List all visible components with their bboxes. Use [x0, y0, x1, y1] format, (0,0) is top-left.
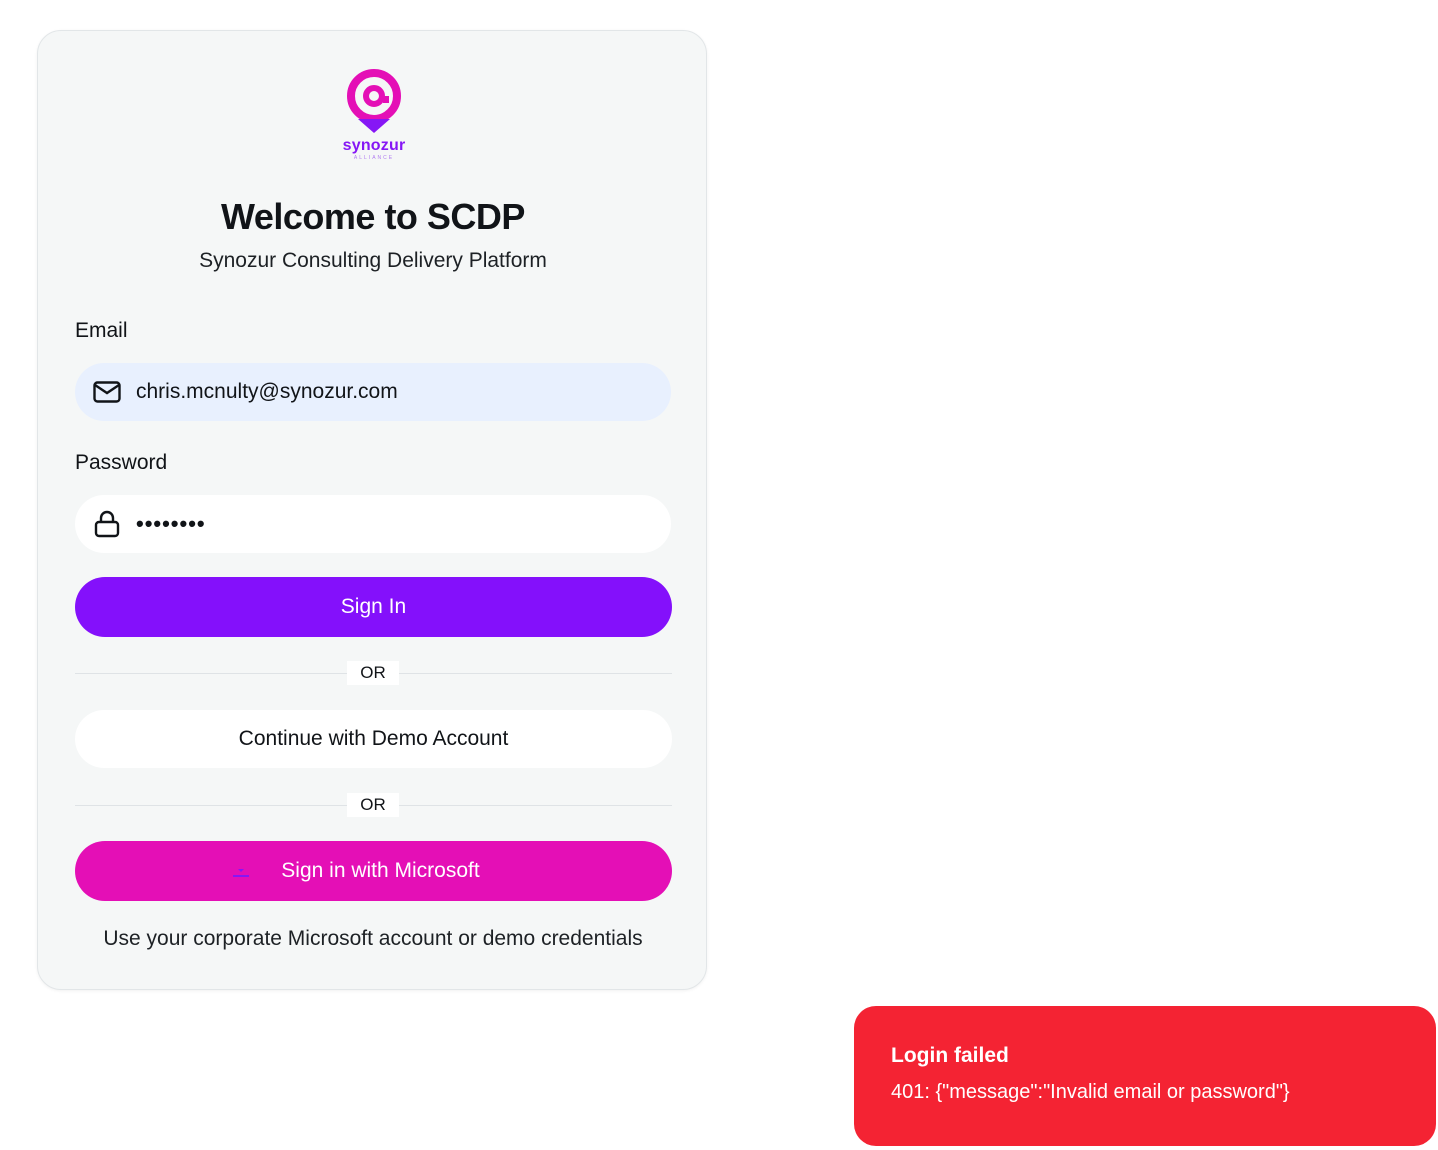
error-toast[interactable]: Login failed 401: {"message":"Invalid em…: [854, 1006, 1436, 1146]
page-subtitle: Synozur Consulting Delivery Platform: [199, 249, 547, 272]
password-value: ••••••••: [136, 511, 206, 536]
or-label: OR: [347, 793, 399, 817]
page-title: Welcome to SCDP: [221, 196, 525, 237]
lock-icon: [92, 509, 122, 539]
mail-icon: [92, 377, 122, 407]
email-field[interactable]: chris.mcnulty@synozur.com: [75, 363, 671, 421]
signin-help-text: Use your corporate Microsoft account or …: [103, 927, 643, 950]
location-pin-icon: [347, 69, 401, 133]
toast-message: 401: {"message":"Invalid email or passwo…: [891, 1081, 1290, 1103]
email-value: chris.mcnulty@synozur.com: [136, 380, 398, 403]
or-divider: OR: [75, 793, 672, 817]
login-card: synozur ALLIANCE Welcome to SCDP Synozur…: [37, 30, 707, 990]
microsoft-icon: [233, 869, 250, 877]
toast-title: Login failed: [891, 1044, 1009, 1067]
email-label: Email: [75, 319, 128, 342]
logo-wordmark: synozur: [342, 137, 406, 154]
logo-subtitle: ALLIANCE: [353, 155, 395, 161]
sign-in-button[interactable]: Sign In: [75, 577, 672, 637]
or-label: OR: [347, 661, 399, 685]
or-divider: OR: [75, 661, 672, 685]
password-field[interactable]: ••••••••: [75, 495, 671, 553]
password-label: Password: [75, 451, 168, 474]
demo-account-button[interactable]: Continue with Demo Account: [75, 710, 672, 768]
synozur-logo: synozur ALLIANCE: [331, 69, 417, 163]
microsoft-signin-button[interactable]: Sign in with Microsoft: [75, 841, 672, 901]
microsoft-signin-label: Sign in with Microsoft: [281, 859, 480, 882]
